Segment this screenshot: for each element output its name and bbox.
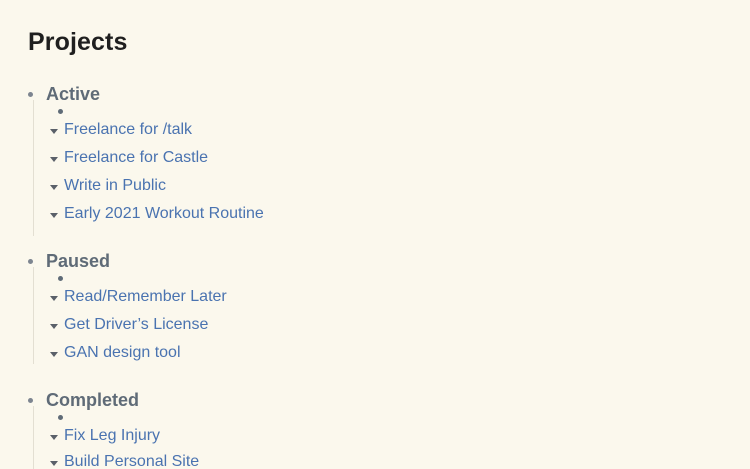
caret-down-icon[interactable] xyxy=(50,323,58,329)
page-link[interactable]: GAN design tool xyxy=(64,342,181,364)
list-item: Freelance for /talk xyxy=(50,119,192,141)
page-link[interactable]: Get Driver’s License xyxy=(64,314,208,336)
bullet-dot-icon[interactable] xyxy=(28,92,33,97)
caret-down-icon[interactable] xyxy=(50,434,58,440)
page-link[interactable]: Write in Public xyxy=(64,175,166,197)
list-item: Freelance for Castle xyxy=(50,147,208,169)
page-link[interactable]: Build Personal Site xyxy=(64,451,199,469)
bullet-dot-icon[interactable] xyxy=(58,109,63,114)
bullet-dot-icon[interactable] xyxy=(28,398,33,403)
bullet-dot-icon[interactable] xyxy=(58,415,63,420)
page-link[interactable]: Freelance for Castle xyxy=(64,147,208,169)
bullet-dot-icon[interactable] xyxy=(58,276,63,281)
page-title: Projects xyxy=(28,28,128,56)
page-link[interactable]: Early 2021 Workout Routine xyxy=(64,203,264,225)
caret-down-icon[interactable] xyxy=(50,295,58,301)
caret-down-icon[interactable] xyxy=(50,212,58,218)
caret-down-icon[interactable] xyxy=(50,351,58,357)
list-item: Build Personal Site xyxy=(50,451,199,469)
list-item: GAN design tool xyxy=(50,342,181,364)
list-item: Early 2021 Workout Routine xyxy=(50,203,264,225)
caret-down-icon[interactable] xyxy=(50,128,58,134)
page-link[interactable]: Fix Leg Injury xyxy=(64,425,160,447)
page-link[interactable]: Read/Remember Later xyxy=(64,286,227,308)
caret-down-icon[interactable] xyxy=(50,156,58,162)
bullet-dot-icon[interactable] xyxy=(28,259,33,264)
list-item: Fix Leg Injury xyxy=(50,425,160,447)
list-item: Write in Public xyxy=(50,175,166,197)
list-item: Read/Remember Later xyxy=(50,286,227,308)
page-link[interactable]: Freelance for /talk xyxy=(64,119,192,141)
caret-down-icon[interactable] xyxy=(50,184,58,190)
caret-down-icon[interactable] xyxy=(50,460,58,466)
list-item: Get Driver’s License xyxy=(50,314,208,336)
